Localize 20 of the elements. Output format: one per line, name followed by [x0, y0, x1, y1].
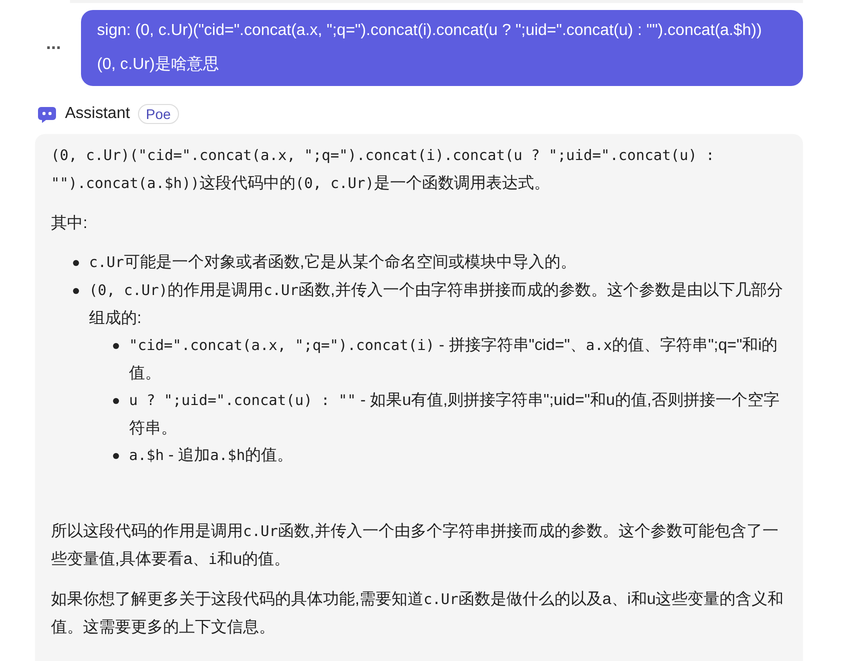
- message-text: (0, c.Ur)是啥意思: [97, 54, 220, 75]
- list-item-text: "cid=".concat(a.x, ";q=").concat(i) - 拼接字符串"cid="、a.x的值、字符串";q="和i的值。: [129, 336, 779, 384]
- reply-paragraph: (0, c.Ur)("cid=".concat(a.x, ";q=").concat(i).concat(u ? ";uid=".concat(u) : "").concat(a.$h))这段代码中的(0, c.Ur)是一个函数调用表达式。: [51, 147, 716, 194]
- more-button[interactable]: ...: [40, 32, 68, 64]
- bullet-icon: [113, 453, 119, 459]
- list-item-text: u ? ";uid=".concat(u) : "" - 如果u有值,则拼接字符串";uid="和u的值,否则拼接一个空字符串。: [129, 390, 780, 439]
- reply-paragraph: 其中:: [51, 214, 88, 234]
- bullet-icon: [113, 398, 119, 404]
- bot-badge[interactable]: Poe: [138, 104, 179, 124]
- reply-paragraph: 如果你想了解更多关于这段代码的具体功能,需要知道c.Ur函数是做什么的以及a、i和u这些变量的含义和值。这需要更多的上下文信息。: [51, 590, 785, 638]
- bullet-icon: [113, 343, 119, 349]
- list-item-text: a.$h - 追加a.$h的值。: [129, 446, 294, 466]
- assistant-name: Assistant: [65, 105, 130, 123]
- reply-paragraph: 所以这段代码的作用是调用c.Ur函数,并传入一个由多个字符串拼接而成的参数。这个参数可能包含了一些变量值,具体要看a、i和u的值。: [51, 522, 780, 570]
- list-item-text: c.Ur可能是一个对象或者函数,它是从某个命名空间或模块中导入的。: [89, 252, 578, 273]
- list-item-text: (0, c.Ur)的作用是调用 c.Ur函数,并传入一个由字符串拼接而成的参数。这个参数是由以下几部分组成的:: [89, 280, 784, 329]
- message-text: sign: (0, c.Ur)("cid=".concat(a.x, ";q=").concat(i).concat(u ? ";uid=".concat(u) : "").concat(a.$h)): [97, 21, 763, 41]
- bullet-icon: [73, 260, 79, 266]
- bullet-icon: [73, 288, 79, 294]
- bot-icon: [37, 104, 57, 124]
